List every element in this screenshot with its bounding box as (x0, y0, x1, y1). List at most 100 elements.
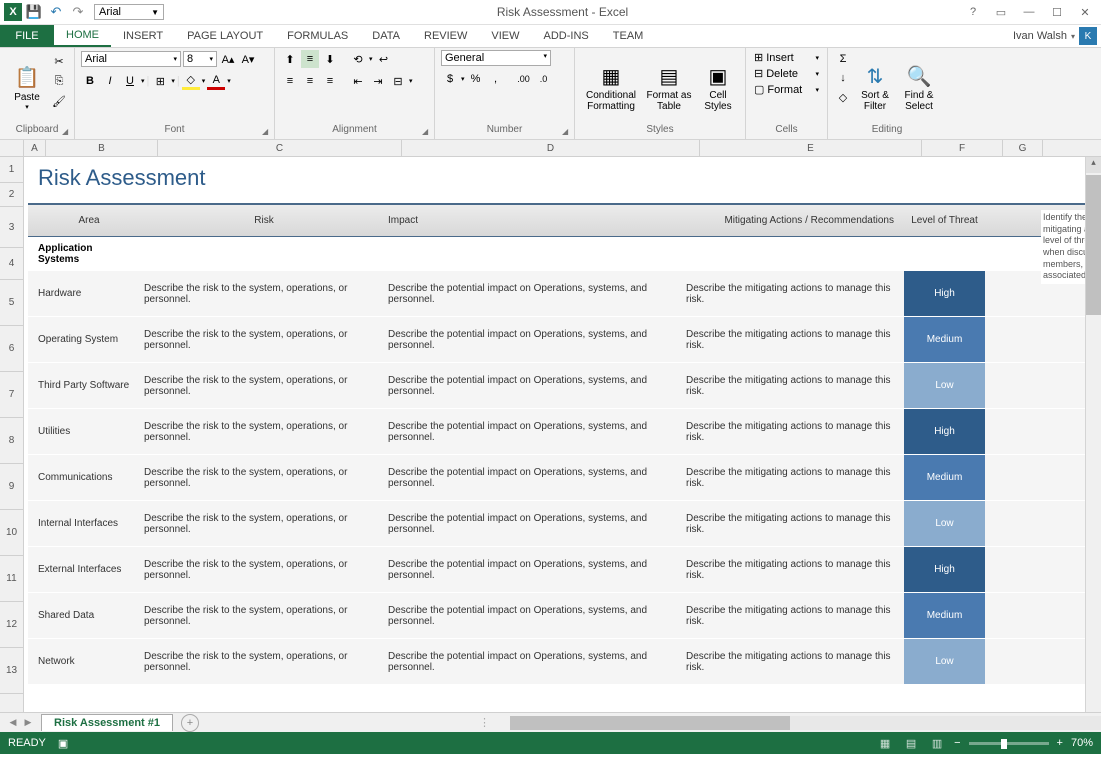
sheet-tab-active[interactable]: Risk Assessment #1 (41, 714, 173, 731)
row-header-11[interactable]: 11 (0, 556, 23, 602)
copy-icon[interactable]: ⎘ (50, 72, 68, 90)
ribbon-tab-data[interactable]: DATA (360, 25, 412, 47)
row-header-3[interactable]: 3 (0, 207, 23, 248)
format-cells-button[interactable]: ▢Format▾ (752, 82, 821, 97)
cell-risk[interactable]: Describe the risk to the system, operati… (140, 559, 384, 581)
wrap-text-icon[interactable]: ↩ (375, 50, 393, 68)
row-header-12[interactable]: 12 (0, 602, 23, 648)
cell-threat[interactable]: High (904, 409, 985, 454)
cell-threat[interactable]: Low (904, 639, 985, 684)
row-header-6[interactable]: 6 (0, 326, 23, 372)
increase-font-icon[interactable]: A▴ (219, 50, 237, 68)
ribbon-tab-page-layout[interactable]: PAGE LAYOUT (175, 25, 275, 47)
row-header-7[interactable]: 7 (0, 372, 23, 418)
align-right-icon[interactable]: ≡ (321, 72, 339, 90)
zoom-in-button[interactable]: + (1057, 737, 1063, 749)
cell-threat[interactable]: Medium (904, 317, 985, 362)
hscroll-thumb[interactable] (510, 716, 790, 730)
cell-impact[interactable]: Describe the potential impact on Operati… (384, 605, 682, 627)
cell-impact[interactable]: Describe the potential impact on Operati… (384, 329, 682, 351)
border-icon[interactable]: ⊞ (151, 72, 169, 90)
comma-icon[interactable]: , (487, 70, 505, 88)
decrease-font-icon[interactable]: A▾ (239, 50, 257, 68)
increase-decimal-icon[interactable]: .00 (515, 70, 533, 88)
row-header-5[interactable]: 5 (0, 280, 23, 326)
fill-icon[interactable]: ↓ (834, 69, 852, 87)
cell-area[interactable]: Operating System (28, 334, 140, 345)
scroll-up-icon[interactable]: ▴ (1086, 157, 1101, 173)
row-header-2[interactable]: 2 (0, 183, 23, 207)
cell-area[interactable]: Communications (28, 472, 140, 483)
font-size-combo[interactable]: 8▾ (183, 51, 217, 67)
undo-icon[interactable]: ↶ (46, 2, 66, 22)
accounting-icon[interactable]: $ (441, 70, 459, 88)
maximize-button[interactable]: ☐ (1045, 2, 1069, 22)
tab-prev-icon[interactable]: ◀ (6, 716, 20, 730)
cell-mitigating[interactable]: Describe the mitigating actions to manag… (682, 421, 904, 443)
horizontal-scrollbar[interactable] (510, 716, 1101, 730)
italic-button[interactable]: I (101, 72, 119, 90)
cell-risk[interactable]: Describe the risk to the system, operati… (140, 283, 384, 305)
minimize-button[interactable]: — (1017, 2, 1041, 22)
cell-risk[interactable]: Describe the risk to the system, operati… (140, 375, 384, 397)
chevron-down-icon[interactable]: ▾ (1071, 32, 1075, 41)
decrease-decimal-icon[interactable]: .0 (535, 70, 553, 88)
dialog-launcher-icon[interactable]: ◢ (562, 127, 572, 137)
cell-risk[interactable]: Describe the risk to the system, operati… (140, 605, 384, 627)
cell-threat[interactable]: Low (904, 363, 985, 408)
font-color-icon[interactable]: A (207, 72, 225, 90)
cell-threat[interactable]: High (904, 271, 985, 316)
dialog-launcher-icon[interactable]: ◢ (422, 127, 432, 137)
help-icon[interactable]: ? (961, 2, 985, 22)
format-painter-icon[interactable]: 🖌 (50, 92, 68, 110)
zoom-level[interactable]: 70% (1071, 737, 1093, 749)
cell-impact[interactable]: Describe the potential impact on Operati… (384, 421, 682, 443)
user-name[interactable]: Ivan Walsh (1013, 30, 1067, 42)
vertical-scrollbar[interactable]: ▴ (1085, 157, 1101, 712)
sort-filter-button[interactable]: ⇅ Sort & Filter (854, 50, 896, 124)
cell-area[interactable]: Shared Data (28, 610, 140, 621)
number-format-combo[interactable]: General▾ (441, 50, 551, 66)
percent-icon[interactable]: % (467, 70, 485, 88)
ribbon-options-icon[interactable]: ▭ (989, 2, 1013, 22)
column-header-E[interactable]: E (700, 140, 922, 156)
cell-threat[interactable]: Medium (904, 593, 985, 638)
ribbon-tab-view[interactable]: VIEW (479, 25, 531, 47)
autosum-icon[interactable]: Σ (834, 50, 852, 68)
select-all-corner[interactable] (0, 140, 24, 156)
decrease-indent-icon[interactable]: ⇤ (349, 72, 367, 90)
conditional-formatting-button[interactable]: ▦ Conditional Formatting (581, 50, 641, 124)
cell-impact[interactable]: Describe the potential impact on Operati… (384, 283, 682, 305)
row-header-4[interactable]: 4 (0, 248, 23, 280)
ribbon-tab-review[interactable]: REVIEW (412, 25, 479, 47)
cell-risk[interactable]: Describe the risk to the system, operati… (140, 513, 384, 535)
zoom-thumb[interactable] (1001, 739, 1007, 749)
merge-icon[interactable]: ⊟ (389, 72, 407, 90)
cell-area[interactable]: External Interfaces (28, 564, 140, 575)
cell-risk[interactable]: Describe the risk to the system, operati… (140, 329, 384, 351)
row-header-13[interactable]: 13 (0, 648, 23, 694)
paste-button[interactable]: 📋 Paste ▾ (6, 50, 48, 124)
add-sheet-button[interactable]: + (181, 714, 199, 732)
row-header-9[interactable]: 9 (0, 464, 23, 510)
ribbon-tab-add-ins[interactable]: ADD-INS (532, 25, 601, 47)
ribbon-tab-insert[interactable]: INSERT (111, 25, 175, 47)
cell-area[interactable]: Third Party Software (28, 380, 140, 391)
qat-font-combo[interactable]: Arial ▼ (94, 4, 164, 20)
cell-impact[interactable]: Describe the potential impact on Operati… (384, 513, 682, 535)
align-center-icon[interactable]: ≡ (301, 72, 319, 90)
file-tab[interactable]: FILE (0, 25, 54, 47)
cell-styles-button[interactable]: ▣ Cell Styles (697, 50, 739, 124)
dialog-launcher-icon[interactable]: ◢ (62, 127, 72, 137)
cell-mitigating[interactable]: Describe the mitigating actions to manag… (682, 605, 904, 627)
redo-icon[interactable]: ↷ (68, 2, 88, 22)
cell-area[interactable]: Internal Interfaces (28, 518, 140, 529)
cell-threat[interactable]: Low (904, 501, 985, 546)
tab-next-icon[interactable]: ▶ (21, 716, 35, 730)
align-middle-icon[interactable]: ≡ (301, 50, 319, 68)
scroll-thumb[interactable] (1086, 175, 1101, 315)
ribbon-tab-formulas[interactable]: FORMULAS (275, 25, 360, 47)
row-header-10[interactable]: 10 (0, 510, 23, 556)
zoom-out-button[interactable]: − (954, 737, 960, 749)
cell-risk[interactable]: Describe the risk to the system, operati… (140, 467, 384, 489)
